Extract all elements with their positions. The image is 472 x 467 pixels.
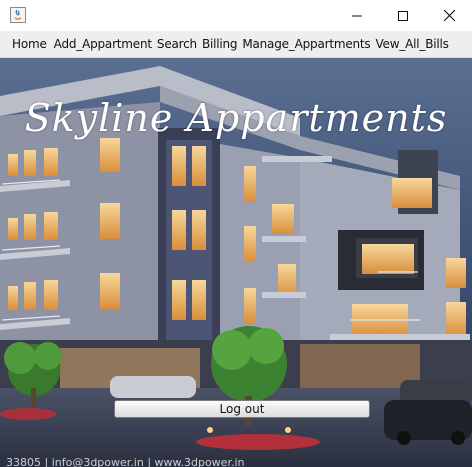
title-bar bbox=[0, 0, 472, 31]
maximize-icon bbox=[398, 6, 408, 25]
menu-home[interactable]: Home bbox=[12, 37, 47, 51]
menu-view-all-bills[interactable]: Vew_All_Bills bbox=[375, 37, 448, 51]
menu-bar: Home Add_Appartment Search Billing Manag… bbox=[0, 31, 472, 58]
content-panel: Skyline Appartments Log out 33805 | info… bbox=[0, 58, 472, 467]
menu-add-appartment[interactable]: Add_Appartment bbox=[54, 37, 152, 51]
minimize-button[interactable] bbox=[334, 0, 380, 31]
image-watermark: 33805 | info@3dpower.in | www.3dpower.in bbox=[6, 456, 245, 467]
menu-manage-appartments[interactable]: Manage_Appartments bbox=[242, 37, 370, 51]
banner-headline: Skyline Appartments bbox=[24, 96, 448, 140]
close-button[interactable] bbox=[426, 0, 472, 31]
logout-button[interactable]: Log out bbox=[114, 400, 370, 418]
minimize-icon bbox=[352, 6, 362, 25]
java-app-icon bbox=[10, 7, 26, 23]
menu-search[interactable]: Search bbox=[157, 37, 197, 51]
maximize-button[interactable] bbox=[380, 0, 426, 31]
menu-billing[interactable]: Billing bbox=[202, 37, 238, 51]
close-icon bbox=[443, 6, 455, 25]
